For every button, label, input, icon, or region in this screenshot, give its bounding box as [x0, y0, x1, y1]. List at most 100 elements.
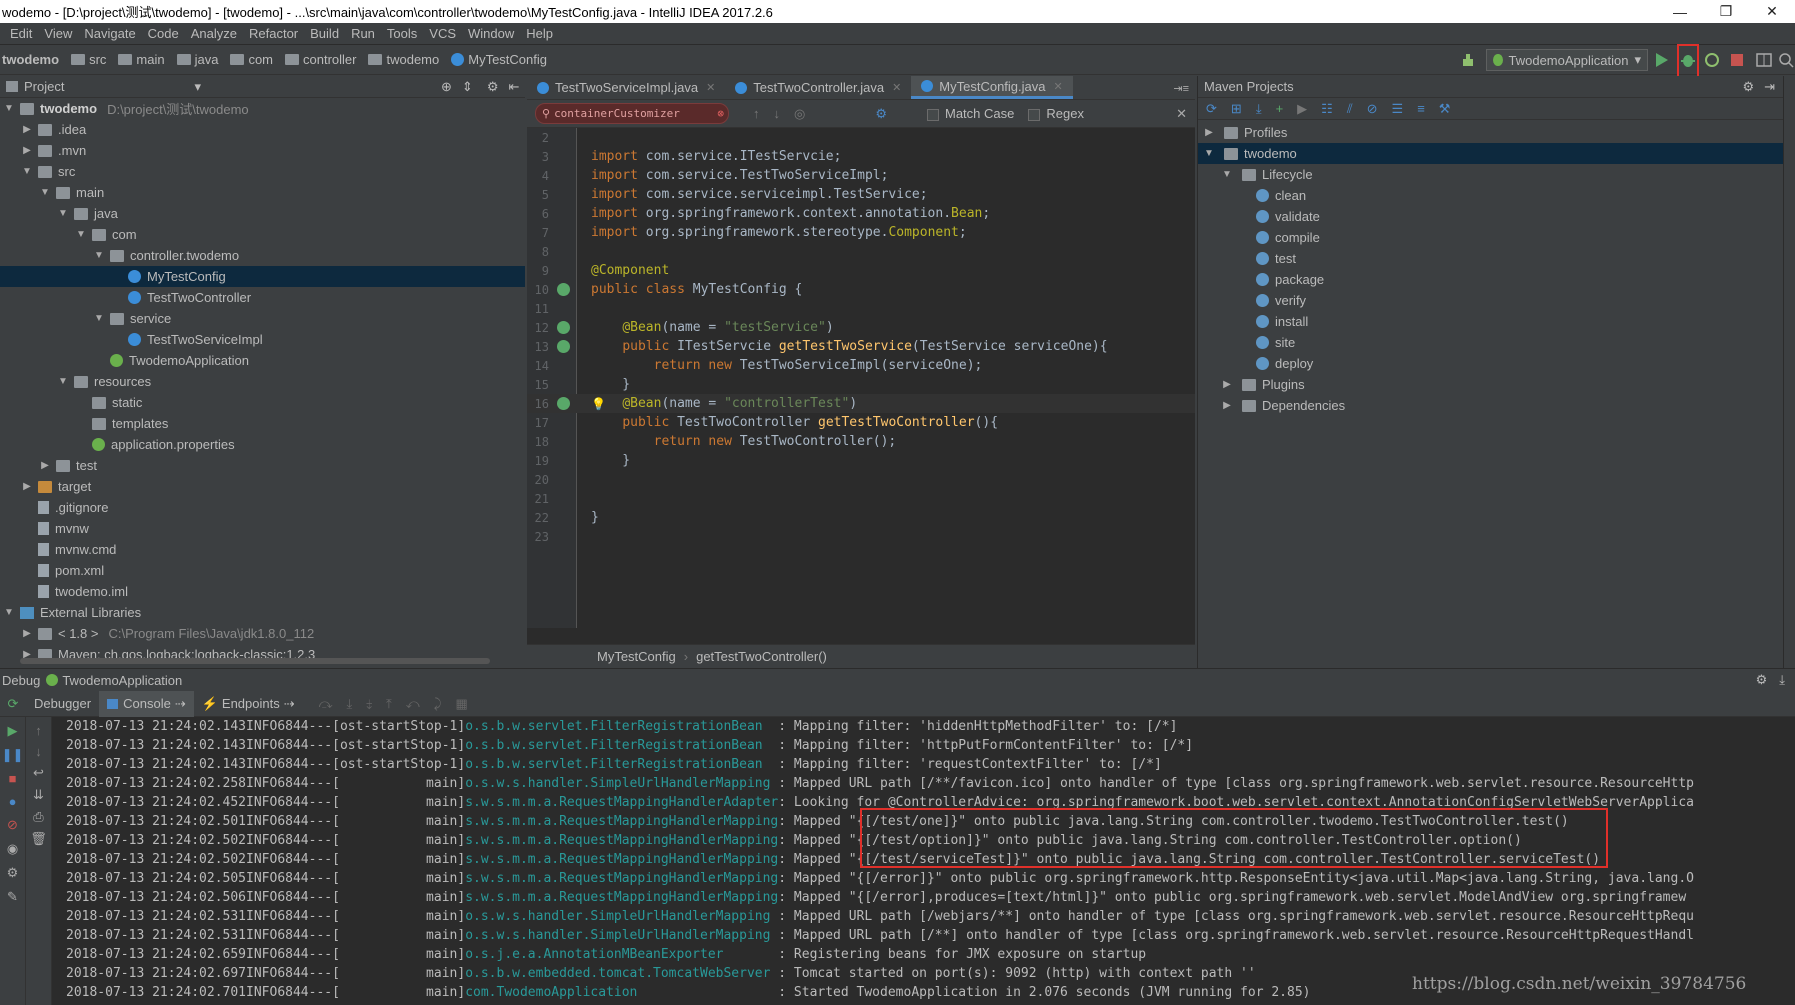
intention-bulb-icon[interactable]: 💡	[591, 397, 606, 411]
code-line[interactable]: 6 import org.springframework.context.anno…	[527, 204, 1195, 223]
gear-icon[interactable]: ⚙	[1742, 79, 1754, 95]
editor-tab[interactable]: MyTestConfig.java ✕	[911, 76, 1073, 99]
close-tab-icon[interactable]: ✕	[1054, 80, 1063, 93]
chevron-down-icon[interactable]: ▼	[2, 103, 16, 114]
close-tab-icon[interactable]: ✕	[706, 81, 715, 94]
chevron-right-icon[interactable]: ▶	[1202, 127, 1216, 138]
tree-node[interactable]: TestTwoController	[0, 287, 525, 308]
chevron-down-icon[interactable]: ▼	[2, 607, 16, 618]
settings-icon[interactable]: ⚒	[1439, 101, 1451, 117]
code-line[interactable]: 10 public class MyTestConfig {	[527, 280, 1195, 299]
minimize-icon[interactable]: —	[1657, 4, 1703, 20]
code-line[interactable]: 15 }	[527, 375, 1195, 394]
print-icon[interactable]: ⎙	[26, 809, 51, 825]
breadcrumb-item[interactable]: java	[169, 52, 218, 67]
skip-tests-icon[interactable]: ⊘	[1367, 101, 1378, 117]
tree-node[interactable]: ▼ resources	[0, 371, 525, 392]
chevron-right-icon[interactable]: ▶	[20, 481, 34, 492]
debug-session-tab[interactable]: TwodemoApplication	[62, 673, 182, 688]
tree-node[interactable]: ▼ controller.twodemo	[0, 245, 525, 266]
code-line[interactable]: 5 import com.service.serviceimpl.TestServ…	[527, 185, 1195, 204]
tree-node[interactable]: mvnw	[0, 518, 525, 539]
tree-node[interactable]: application.properties	[0, 434, 525, 455]
breadcrumb-item[interactable]: controller	[277, 52, 356, 67]
pin-tab-icon[interactable]: ✎	[0, 889, 25, 905]
code-line[interactable]: 18 return new TestTwoController();	[527, 432, 1195, 451]
project-structure-icon[interactable]	[1755, 51, 1773, 69]
hide-panel-icon[interactable]: ⇤	[508, 79, 519, 95]
tree-node[interactable]: ▼ main	[0, 182, 525, 203]
menu-item-window[interactable]: Window	[462, 26, 520, 41]
filter-icon[interactable]: ⚙	[875, 106, 887, 122]
menu-item-tools[interactable]: Tools	[381, 26, 423, 41]
tree-node[interactable]: ▼ twodemo D:\project\测试\twodemo	[0, 98, 525, 119]
maven-node[interactable]: ▼ twodemo	[1198, 143, 1795, 164]
editor-tab[interactable]: TestTwoServiceImpl.java ✕	[527, 76, 725, 99]
restore-icon[interactable]: ❐	[1703, 3, 1749, 20]
chevron-down-icon[interactable]: ▼	[1220, 169, 1234, 180]
menu-item-navigate[interactable]: Navigate	[78, 26, 141, 41]
menu-item-view[interactable]: View	[38, 26, 78, 41]
mute-breakpoints-icon[interactable]: ⊘	[0, 817, 25, 833]
code-line[interactable]: 4 import com.service.TestTwoServiceImpl;	[527, 166, 1195, 185]
chevron-down-icon[interactable]: ▼	[56, 208, 70, 219]
tree-node[interactable]: ▶ test	[0, 455, 525, 476]
maven-node[interactable]: compile	[1198, 227, 1795, 248]
evaluate-icon[interactable]: ▦	[456, 696, 468, 712]
locate-icon[interactable]: ⊕	[441, 79, 452, 95]
tree-node[interactable]: static	[0, 392, 525, 413]
code-line[interactable]: 22}	[527, 508, 1195, 527]
tab-debugger[interactable]: Debugger	[26, 691, 99, 717]
chevron-down-icon[interactable]: ▼	[20, 166, 34, 177]
debug-icon[interactable]	[1677, 44, 1699, 78]
pause-icon[interactable]: ❚❚	[0, 747, 25, 763]
breadcrumb-method[interactable]: getTestTwoController()	[696, 649, 827, 664]
tree-node[interactable]: TwodemoApplication	[0, 350, 525, 371]
chevron-down-icon[interactable]: ▼	[92, 313, 106, 324]
view-breakpoints-icon[interactable]: ●	[0, 794, 25, 809]
code-line[interactable]: 14 return new TestTwoServiceImpl(service…	[527, 356, 1195, 375]
step-out-icon[interactable]: ⤒	[386, 696, 392, 712]
chevron-right-icon[interactable]: ▶	[1220, 379, 1234, 390]
run-to-cursor-icon[interactable]: ⤸	[434, 696, 442, 712]
coverage-icon[interactable]	[1703, 51, 1721, 69]
tree-node[interactable]: mvnw.cmd	[0, 539, 525, 560]
spring-bean-icon[interactable]	[557, 397, 570, 410]
tree-node[interactable]: ▶ .mvn	[0, 140, 525, 161]
chevron-down-icon[interactable]: ▾	[194, 79, 201, 95]
chevron-down-icon[interactable]: ▼	[1202, 148, 1216, 159]
maven-node[interactable]: ▶ Profiles	[1198, 122, 1795, 143]
download-icon[interactable]: ⤓	[1256, 101, 1262, 117]
maven-node[interactable]: site	[1198, 332, 1795, 353]
breadcrumb-item[interactable]: com	[222, 52, 273, 67]
search-everywhere-icon[interactable]	[1777, 51, 1795, 69]
plus-icon[interactable]: +	[1276, 101, 1284, 116]
soft-wrap-icon[interactable]: ↩	[26, 765, 51, 781]
code-line[interactable]: 17 public TestTwoController getTestTwoCo…	[527, 413, 1195, 432]
code-line[interactable]: 16 💡 @Bean(name = "controllerTest")	[527, 394, 1195, 413]
close-tab-icon[interactable]: ✕	[892, 81, 901, 94]
tree-node[interactable]: ▶ .idea	[0, 119, 525, 140]
menu-item-refactor[interactable]: Refactor	[243, 26, 304, 41]
hide-panel-icon[interactable]: ⇥	[1764, 79, 1775, 95]
tree-node[interactable]: ▶ < 1.8 > C:\Program Files\Java\jdk1.8.0_1…	[0, 623, 525, 644]
add-project-icon[interactable]: ⊞	[1231, 101, 1242, 117]
breadcrumb-class[interactable]: MyTestConfig	[597, 649, 676, 664]
code-line[interactable]: 9 @Component	[527, 261, 1195, 280]
show-dependencies-icon[interactable]: ☰	[1392, 101, 1404, 117]
menu-item-help[interactable]: Help	[520, 26, 559, 41]
chevron-down-icon[interactable]: ▼	[56, 376, 70, 387]
reimport-icon[interactable]: ⟳	[1206, 101, 1217, 117]
chevron-down-icon[interactable]: ▼	[92, 250, 106, 261]
collapse-all-icon[interactable]: ⇕	[462, 79, 473, 95]
tree-node[interactable]: ▼ src	[0, 161, 525, 182]
next-occurrence-icon[interactable]: ↓	[774, 106, 781, 121]
close-find-icon[interactable]: ✕	[1176, 106, 1187, 122]
run-goal-icon[interactable]: ▶	[1297, 101, 1307, 117]
clear-search-icon[interactable]: ⊗	[717, 107, 724, 120]
gear-icon[interactable]: ⚙	[487, 79, 499, 95]
step-into-icon[interactable]: ⤓	[347, 696, 353, 712]
maven-node[interactable]: clean	[1198, 185, 1795, 206]
tree-node[interactable]: .gitignore	[0, 497, 525, 518]
scroll-down-icon[interactable]: ↓	[26, 744, 51, 759]
